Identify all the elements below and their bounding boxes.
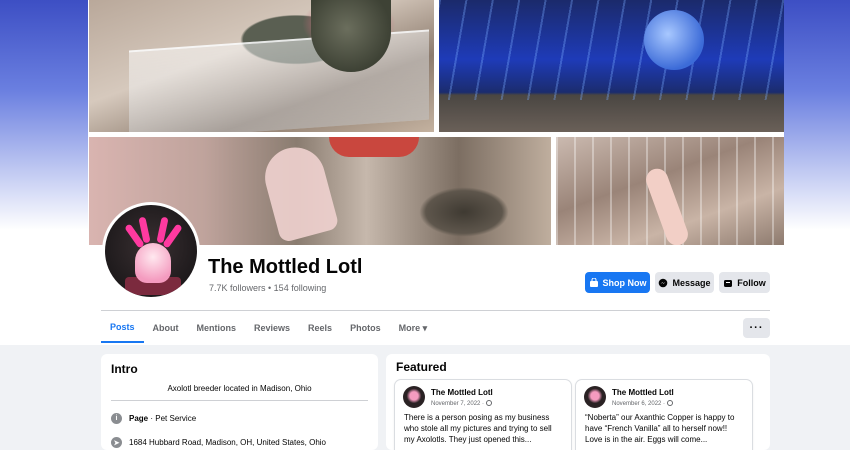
intro-address-row: ➤ 1684 Hubbard Road, Madison, OH, United… (111, 437, 326, 448)
category-value[interactable]: · Pet Service (150, 414, 196, 423)
page-title: The Mottled Lotl (208, 256, 363, 278)
address-text[interactable]: 1684 Hubbard Road, Madison, OH, United S… (129, 438, 326, 447)
cover-photo-1[interactable] (89, 0, 434, 132)
tab-mentions[interactable]: Mentions (188, 313, 246, 343)
intro-divider (111, 400, 368, 401)
intro-title: Intro (111, 362, 138, 376)
post-author[interactable]: The Mottled Lotl (431, 388, 493, 397)
axolotl-avatar-image (105, 205, 197, 297)
tab-posts[interactable]: Posts (101, 313, 144, 343)
tab-more[interactable]: More ▾ (390, 313, 437, 343)
page: The Mottled Lotl 7.7K followers • 154 fo… (0, 0, 850, 450)
messenger-icon (659, 278, 668, 287)
cover-photo-4[interactable] (556, 137, 784, 245)
shop-now-button[interactable]: Shop Now (585, 272, 650, 293)
message-label: Message (672, 277, 711, 288)
cover-photo-2[interactable] (439, 0, 784, 132)
post-author[interactable]: The Mottled Lotl (612, 388, 674, 397)
info-icon: i (111, 413, 122, 424)
featured-post[interactable]: The Mottled Lotl November 6, 2022 · “Nob… (576, 380, 752, 450)
shop-now-label: Shop Now (602, 277, 647, 288)
featured-card: Featured The Mottled Lotl November 7, 20… (386, 354, 770, 450)
location-arrow-icon: ➤ (111, 437, 122, 448)
tab-about[interactable]: About (144, 313, 188, 343)
avatar[interactable] (403, 386, 425, 408)
globe-icon (486, 400, 493, 406)
follow-label: Follow (737, 277, 766, 288)
follow-button[interactable]: Follow (719, 272, 770, 293)
intro-category-row: i Page · Pet Service (111, 413, 196, 424)
globe-icon (667, 400, 674, 406)
featured-title: Featured (396, 360, 447, 374)
tab-reels[interactable]: Reels (299, 313, 341, 343)
avatar[interactable] (584, 386, 606, 408)
post-date[interactable]: November 6, 2022 · (612, 400, 674, 407)
header-divider (101, 310, 770, 311)
category-label: Page (129, 414, 149, 423)
intro-card: Intro Axolotl breeder located in Madison… (101, 354, 378, 450)
more-options-button[interactable]: ··· (743, 318, 770, 338)
tab-photos[interactable]: Photos (341, 313, 390, 343)
cover-photo-collage[interactable] (88, 0, 784, 245)
intro-bio: Axolotl breeder located in Madison, Ohio (167, 384, 312, 393)
post-text: There is a person posing as my business … (404, 413, 552, 444)
shop-icon (589, 277, 598, 287)
tab-reviews[interactable]: Reviews (245, 313, 299, 343)
follower-stats[interactable]: 7.7K followers • 154 following (209, 283, 326, 293)
post-text: “Noberta” our Axanthic Copper is happy t… (585, 413, 735, 444)
featured-post[interactable]: The Mottled Lotl November 7, 2022 · Ther… (395, 380, 571, 450)
follow-icon (724, 279, 733, 287)
page-tabs: Posts About Mentions Reviews Reels Photo… (101, 313, 436, 345)
message-button[interactable]: Message (655, 272, 714, 293)
post-date[interactable]: November 7, 2022 · (431, 400, 493, 407)
profile-picture[interactable] (102, 202, 200, 300)
